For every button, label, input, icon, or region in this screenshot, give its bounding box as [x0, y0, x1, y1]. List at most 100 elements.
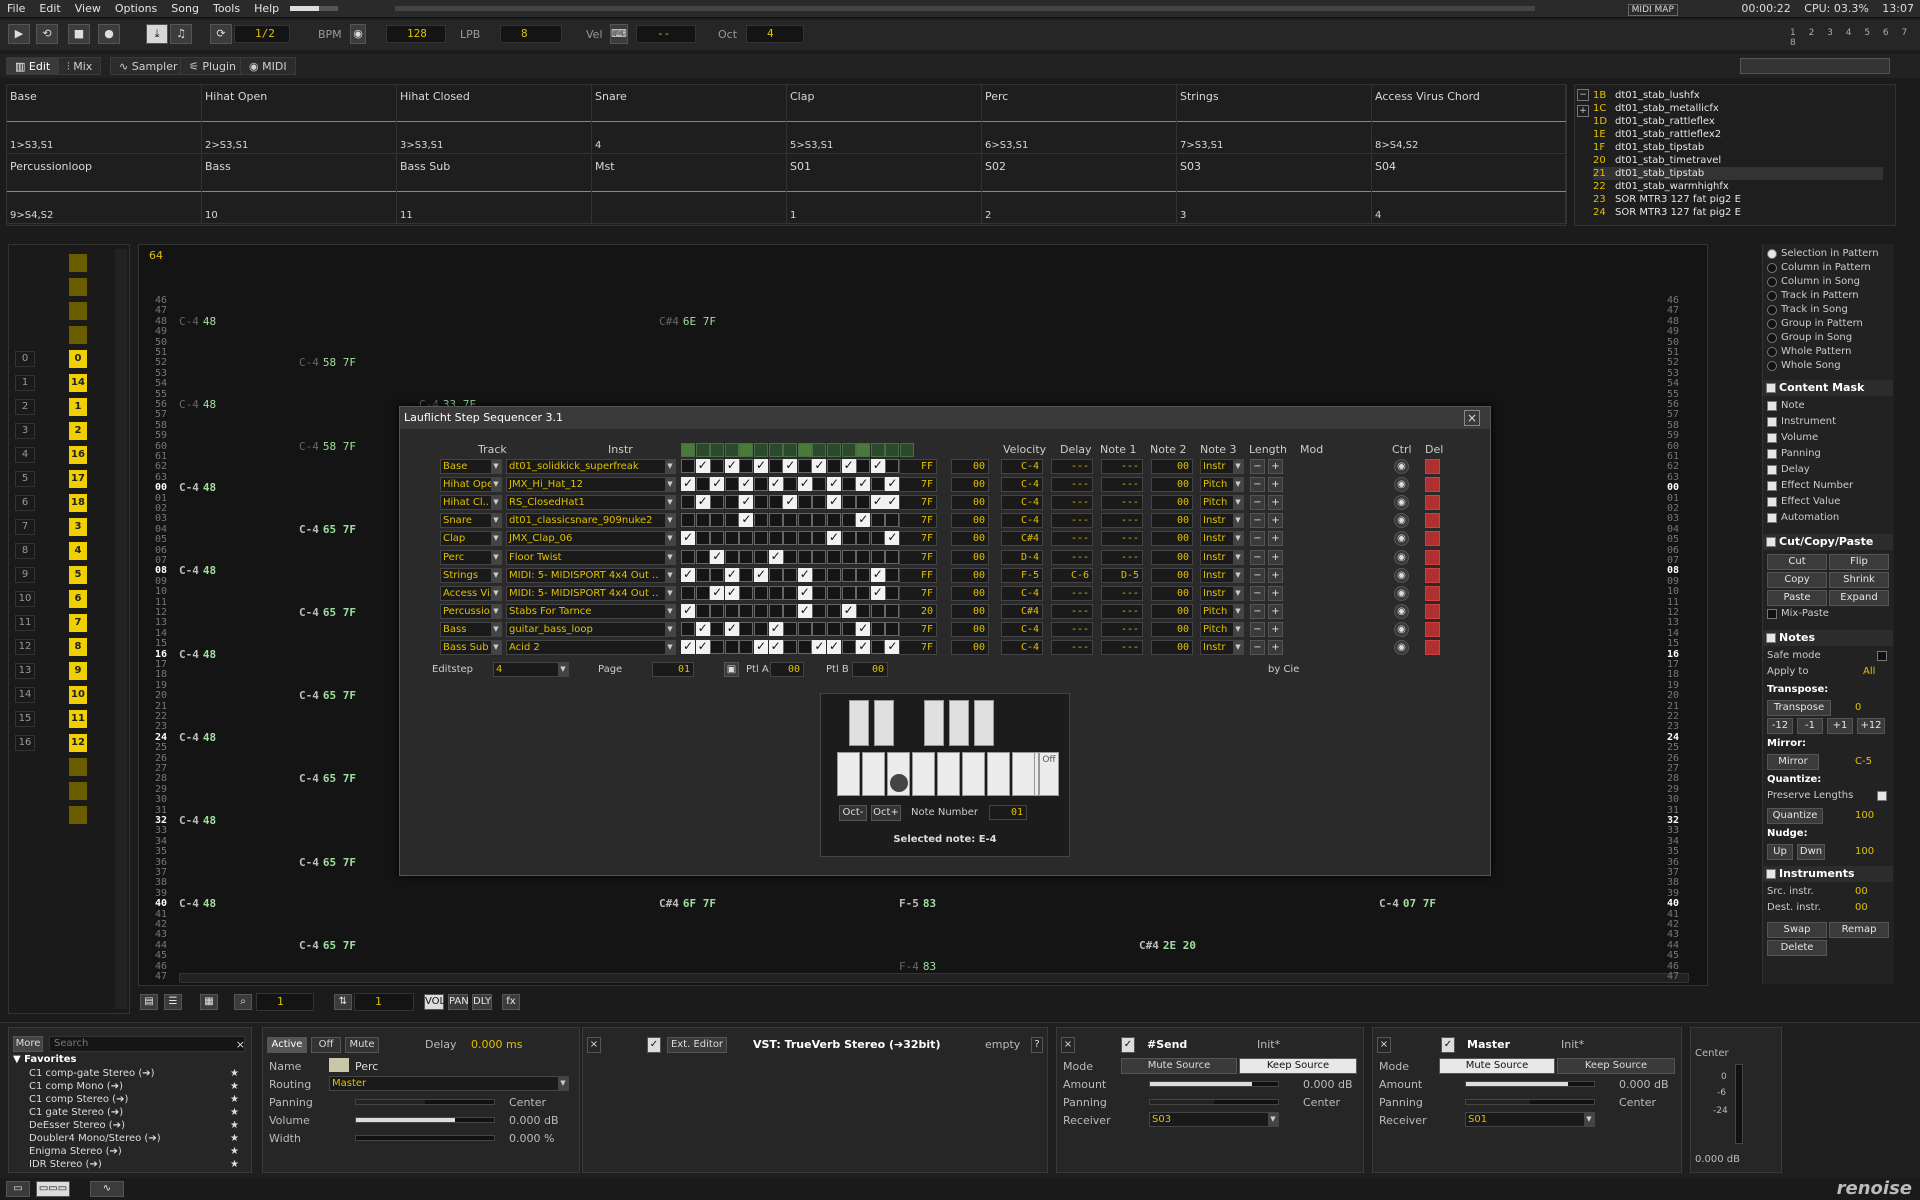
- mask-checkbox[interactable]: Effect Number: [1765, 480, 1853, 491]
- step-vel-field[interactable]: 7F: [899, 531, 937, 547]
- track-dropdown[interactable]: Percussio.. ▼: [440, 603, 502, 619]
- step-checkbox[interactable]: [870, 494, 885, 510]
- instrument-dropdown[interactable]: JMX_Clap_06 ▼: [506, 531, 676, 547]
- add-instrument-button[interactable]: +: [1577, 105, 1589, 117]
- step-n3-field[interactable]: D-5: [1101, 567, 1143, 583]
- instrument-dropdown[interactable]: JMX_Hi_Hat_12 ▼: [506, 477, 676, 493]
- menu-song[interactable]: Song: [164, 0, 206, 18]
- sequence-slot[interactable]: Perc 6>S3,S1: [982, 85, 1177, 154]
- plus-icon[interactable]: +: [1268, 621, 1283, 637]
- step-n2-field[interactable]: ---: [1051, 495, 1093, 511]
- mod-dropdown[interactable]: Instr ▼: [1200, 640, 1244, 655]
- preset-name[interactable]: Init*: [1561, 1038, 1584, 1051]
- instrument-dropdown[interactable]: dt01_classicsnare_909nuke2 ▼: [506, 513, 676, 529]
- bpm-field[interactable]: 128: [386, 25, 446, 43]
- sequence-pattern-slot[interactable]: 6: [69, 590, 87, 608]
- step-checkbox[interactable]: [841, 495, 856, 510]
- minus-icon[interactable]: −: [1250, 459, 1265, 474]
- step-checkbox[interactable]: [681, 476, 695, 492]
- edit-step-field[interactable]: 1/2: [234, 25, 290, 43]
- step-checkbox[interactable]: [812, 477, 827, 492]
- step-checkbox[interactable]: [841, 567, 856, 582]
- step-checkbox[interactable]: [739, 567, 754, 582]
- star-icon[interactable]: ★: [230, 1146, 239, 1157]
- nudge-up-button[interactable]: Up: [1767, 844, 1793, 860]
- step-delay-field[interactable]: 00: [951, 477, 989, 493]
- plus-12-button[interactable]: +12: [1857, 718, 1885, 734]
- loop-pattern-button[interactable]: ⟲: [36, 24, 58, 44]
- menu-options[interactable]: Options: [108, 0, 164, 18]
- mask-checkbox[interactable]: Note: [1765, 400, 1805, 411]
- step-n1-field[interactable]: D-4: [1001, 549, 1043, 565]
- step-checkbox[interactable]: [710, 459, 725, 473]
- instrument-item[interactable]: 22 dt01_stab_warmhighfx: [1593, 180, 1883, 193]
- step-checkbox[interactable]: [710, 621, 725, 636]
- step-checkbox[interactable]: [783, 494, 798, 510]
- sequence-pattern-slot[interactable]: 2: [69, 422, 87, 440]
- close-icon[interactable]: ×: [1464, 410, 1480, 426]
- step-checkbox[interactable]: [841, 549, 856, 564]
- step-checkbox[interactable]: [710, 495, 725, 510]
- step-checkbox[interactable]: [856, 603, 871, 618]
- favorite-item[interactable]: C1 comp-gate Stereo (➔) ★: [29, 1068, 239, 1079]
- plus-icon[interactable]: +: [1268, 549, 1283, 565]
- mask-checkbox[interactable]: Volume: [1765, 432, 1818, 443]
- step-n3-field[interactable]: ---: [1101, 477, 1143, 493]
- plus-icon[interactable]: +: [1268, 495, 1283, 511]
- automation-toggle[interactable]: ▦: [200, 994, 218, 1010]
- sequence-slot[interactable]: Bass 10: [202, 155, 397, 224]
- step-checkbox[interactable]: [797, 476, 812, 492]
- song-position-slider[interactable]: [290, 6, 338, 11]
- sequence-pattern-slot[interactable]: 11: [69, 710, 87, 728]
- step-n3-field[interactable]: ---: [1101, 549, 1143, 565]
- step-checkbox[interactable]: [870, 567, 885, 582]
- empty-sequence-slot[interactable]: [69, 302, 87, 320]
- step-checkbox[interactable]: [797, 513, 812, 528]
- remove-device-icon[interactable]: ×: [587, 1037, 601, 1053]
- sequence-pattern-slot[interactable]: 9: [69, 662, 87, 680]
- step-checkbox[interactable]: [710, 567, 725, 582]
- step-checkbox[interactable]: [783, 477, 798, 492]
- step-checkbox[interactable]: [754, 495, 768, 510]
- track-dropdown[interactable]: Bass ▼: [440, 621, 502, 637]
- step-delay-field[interactable]: 00: [951, 621, 989, 637]
- width-slider[interactable]: [355, 1135, 495, 1141]
- track-dropdown[interactable]: Hihat Open ▼: [440, 477, 502, 493]
- copy-button[interactable]: Copy: [1767, 572, 1827, 588]
- instrument-dropdown[interactable]: guitar_bass_loop ▼: [506, 621, 676, 637]
- tab-sampler[interactable]: ∿ Sampler: [110, 57, 187, 75]
- step-len-field[interactable]: 00: [1151, 549, 1193, 565]
- keyboard-off-key[interactable]: Off: [1039, 752, 1059, 796]
- step-checkbox[interactable]: [681, 621, 695, 636]
- step-checkbox[interactable]: [885, 459, 900, 473]
- step-checkbox[interactable]: [797, 603, 812, 618]
- minus-icon[interactable]: −: [1250, 621, 1265, 637]
- step-checkbox[interactable]: [739, 476, 754, 492]
- step-checkbox[interactable]: [724, 477, 739, 492]
- paste-button[interactable]: Paste: [1767, 590, 1827, 606]
- step-checkbox[interactable]: [695, 549, 710, 564]
- step-vel-field[interactable]: 7F: [899, 640, 937, 655]
- note-cell[interactable]: C-4 48: [179, 648, 216, 661]
- sequence-slot[interactable]: S04 4: [1372, 155, 1567, 224]
- sequence-position[interactable]: 3: [15, 423, 35, 439]
- step-checkbox[interactable]: [856, 567, 871, 582]
- track-dropdown[interactable]: Bass Sub ▼: [440, 640, 502, 655]
- minus-icon[interactable]: −: [1250, 603, 1265, 619]
- step-checkbox[interactable]: [797, 531, 812, 546]
- minus-icon[interactable]: −: [1250, 477, 1265, 493]
- step-vel-field[interactable]: FF: [899, 459, 937, 474]
- step-checkbox[interactable]: [870, 603, 885, 618]
- step-checkbox[interactable]: [739, 640, 754, 654]
- mod-dropdown[interactable]: Instr ▼: [1200, 459, 1244, 474]
- step-n2-field[interactable]: C-6: [1051, 567, 1093, 583]
- step-checkbox[interactable]: [827, 639, 841, 654]
- page-field[interactable]: 01: [652, 662, 694, 677]
- sequence-position[interactable]: 14: [15, 687, 35, 703]
- step-checkbox[interactable]: [841, 531, 856, 546]
- zoom-icon[interactable]: ⌕: [234, 994, 252, 1010]
- mix-paste-checkbox[interactable]: Mix-Paste: [1765, 608, 1829, 619]
- step-checkbox[interactable]: [768, 513, 783, 528]
- section-heading[interactable]: Instruments: [1763, 866, 1893, 882]
- sequence-pattern-slot[interactable]: 10: [69, 686, 87, 704]
